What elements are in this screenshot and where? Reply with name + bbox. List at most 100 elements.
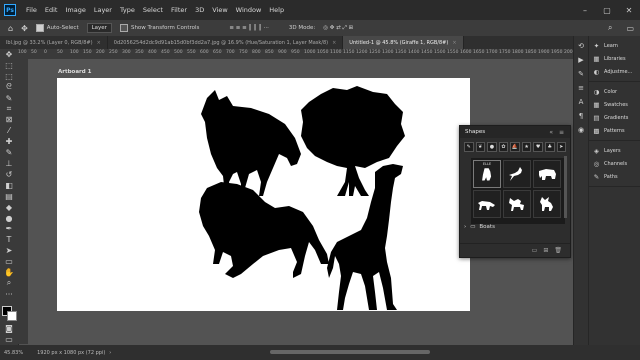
giraffe-silhouette[interactable] [327, 164, 403, 310]
color-swatches[interactable] [2, 305, 17, 321]
shape-tree-icon[interactable]: ♣ [544, 142, 555, 152]
menu-type[interactable]: Type [116, 6, 139, 14]
path-selection-tool-icon[interactable]: ➤ [3, 245, 15, 256]
zoom-level[interactable]: 45.83% [4, 350, 23, 356]
menu-layer[interactable]: Layer [90, 6, 116, 14]
shape-flower-icon[interactable]: ✿ [498, 142, 509, 152]
blur-tool-icon[interactable]: ◆ [3, 202, 15, 213]
history-icon[interactable]: ⟲ [578, 42, 584, 50]
shape-heart-icon[interactable]: ♥ [533, 142, 543, 152]
menu-help[interactable]: Help [265, 6, 288, 14]
quick-select-tool-icon[interactable]: ✎ [3, 93, 15, 104]
color-panel-tab[interactable]: ◑ Color [589, 85, 640, 98]
channels-panel-tab[interactable]: ◎ Channels [589, 157, 640, 170]
shape-boat-icon[interactable]: ⛵ [510, 142, 520, 152]
workspace-icon[interactable]: ▭ [626, 24, 634, 33]
gradients-panel-tab[interactable]: ▤ Gradients [589, 111, 640, 124]
trash-icon[interactable]: 🗑 [554, 247, 562, 254]
properties-icon[interactable]: ≡ [578, 84, 584, 92]
menu-3d[interactable]: 3D [191, 6, 208, 14]
background-color-swatch[interactable] [7, 310, 17, 321]
horizontal-scrollbar[interactable] [270, 350, 430, 354]
document-tab[interactable]: 0d2056254d2dc9d91ab15d0bf3dd2a7.jpg @ 16… [108, 36, 344, 49]
clone-stamp-tool-icon[interactable]: ⊥ [3, 158, 15, 169]
menu-file[interactable]: File [22, 6, 41, 14]
shape-leaf-icon[interactable]: ❦ [475, 142, 486, 152]
pencil-icon[interactable]: ✎ [464, 142, 474, 152]
3d-mode-icons[interactable]: ◎ ✥ ⇄ ⤢ ⊞ [323, 25, 353, 32]
hand-tool-icon[interactable]: ✋ [3, 267, 15, 278]
search-icon[interactable]: ⌕ [608, 23, 612, 33]
more-tools-icon[interactable]: ··· [3, 289, 15, 300]
lasso-tool-icon[interactable]: ᘓ [3, 82, 15, 93]
marquee-tool-icon[interactable]: ⬚ [3, 71, 15, 82]
menu-image[interactable]: Image [61, 6, 89, 14]
new-shape-icon[interactable]: ⊞ [543, 247, 548, 254]
character-icon[interactable]: A [579, 98, 584, 106]
history-brush-tool-icon[interactable]: ↺ [3, 169, 15, 180]
menu-window[interactable]: Window [232, 6, 266, 14]
auto-select-target-dropdown[interactable]: Layer [86, 23, 112, 33]
gradient-tool-icon[interactable]: ▤ [3, 191, 15, 202]
learn-panel-tab[interactable]: ✦ Learn [589, 39, 640, 52]
shape-animal-icon[interactable]: ● [487, 142, 497, 152]
close-icon[interactable]: × [452, 40, 456, 46]
maximize-button[interactable]: ▢ [596, 6, 618, 15]
document-tab[interactable]: lbl.jpg @ 33.2% (Layer 0, RGB/8#) × [0, 36, 108, 49]
move-tool-icon[interactable]: ✥ [21, 24, 28, 33]
menu-icon[interactable]: ≡ [559, 129, 566, 136]
document-tab-active[interactable]: Untitled-1 @ 45.8% (Giraffe 1, RGB/8#) × [343, 36, 464, 49]
dodge-tool-icon[interactable]: ● [3, 213, 15, 224]
crop-tool-icon[interactable]: ⌗ [3, 104, 15, 115]
auto-select-checkbox[interactable] [35, 24, 44, 32]
shape-moose-thumb[interactable] [503, 190, 531, 218]
artboard[interactable] [57, 78, 470, 311]
shapes-scrollbar[interactable] [564, 156, 567, 218]
adjustments-panel-tab[interactable]: ◐ Adjustme... [589, 65, 640, 78]
close-icon[interactable]: × [97, 40, 101, 46]
libraries-panel-tab[interactable]: ▦ Libraries [589, 52, 640, 65]
minimize-button[interactable]: – [574, 6, 596, 15]
shapes-panel-header[interactable]: Shapes « ≡ [460, 126, 570, 138]
artboard-tool-icon[interactable]: ⬚ [3, 60, 15, 71]
shape-reindeer-thumb[interactable] [533, 190, 561, 218]
shapes-folder-boats[interactable]: › ▭ Boats [464, 224, 566, 230]
layers-panel-tab[interactable]: ◈ Layers [589, 144, 640, 157]
shape-bear-thumb[interactable]: ELLE [473, 160, 501, 188]
close-button[interactable]: ✕ [618, 6, 640, 15]
document-info[interactable]: 1920 px x 1080 px (72 ppi) [37, 350, 105, 356]
chevron-right-icon[interactable]: › [464, 224, 466, 230]
frame-tool-icon[interactable]: ⊠ [3, 114, 15, 125]
screen-mode-icon[interactable]: ▭ [3, 334, 15, 345]
close-icon[interactable]: × [332, 40, 336, 46]
shapes-panel-icon[interactable]: ◉ [578, 126, 584, 134]
swatches-panel-tab[interactable]: ▦ Swatches [589, 98, 640, 111]
shape-elephant-thumb[interactable] [533, 160, 561, 188]
menu-select[interactable]: Select [139, 6, 167, 14]
play-icon[interactable]: ▶ [578, 56, 583, 64]
home-icon[interactable]: ⌂ [8, 24, 13, 33]
shape-deer-thumb[interactable] [503, 160, 531, 188]
paragraph-icon[interactable]: ¶ [579, 112, 583, 120]
quick-mask-icon[interactable]: ◙ [3, 323, 15, 334]
artboard-label[interactable]: Artboard 1 [58, 69, 91, 75]
menu-filter[interactable]: Filter [167, 6, 191, 14]
menu-view[interactable]: View [208, 6, 231, 14]
eraser-tool-icon[interactable]: ◧ [3, 180, 15, 191]
shape-arrow-icon[interactable]: ➤ [556, 142, 567, 152]
align-icons[interactable]: ≡ ≡ ≡ ║ ║ ║ ··· [229, 25, 269, 31]
shape-wolf-thumb[interactable] [473, 190, 501, 218]
shape-tool-icon[interactable]: ▭ [3, 256, 15, 267]
zoom-tool-icon[interactable]: ⌕ [3, 278, 15, 289]
transform-controls-checkbox[interactable] [119, 24, 128, 32]
new-group-icon[interactable]: ▭ [532, 247, 538, 254]
lion-silhouette[interactable] [199, 182, 329, 278]
type-tool-icon[interactable]: T [3, 234, 15, 245]
panel-menu-icon[interactable]: « ≡ [549, 129, 566, 136]
shape-star-icon[interactable]: ★ [521, 142, 532, 152]
brush-settings-icon[interactable]: ✎ [578, 70, 584, 78]
brush-tool-icon[interactable]: ✎ [3, 147, 15, 158]
healing-brush-tool-icon[interactable]: ✚ [3, 136, 15, 147]
patterns-panel-tab[interactable]: ▩ Patterns [589, 124, 640, 137]
auto-select-option[interactable]: Auto-Select [35, 24, 79, 32]
